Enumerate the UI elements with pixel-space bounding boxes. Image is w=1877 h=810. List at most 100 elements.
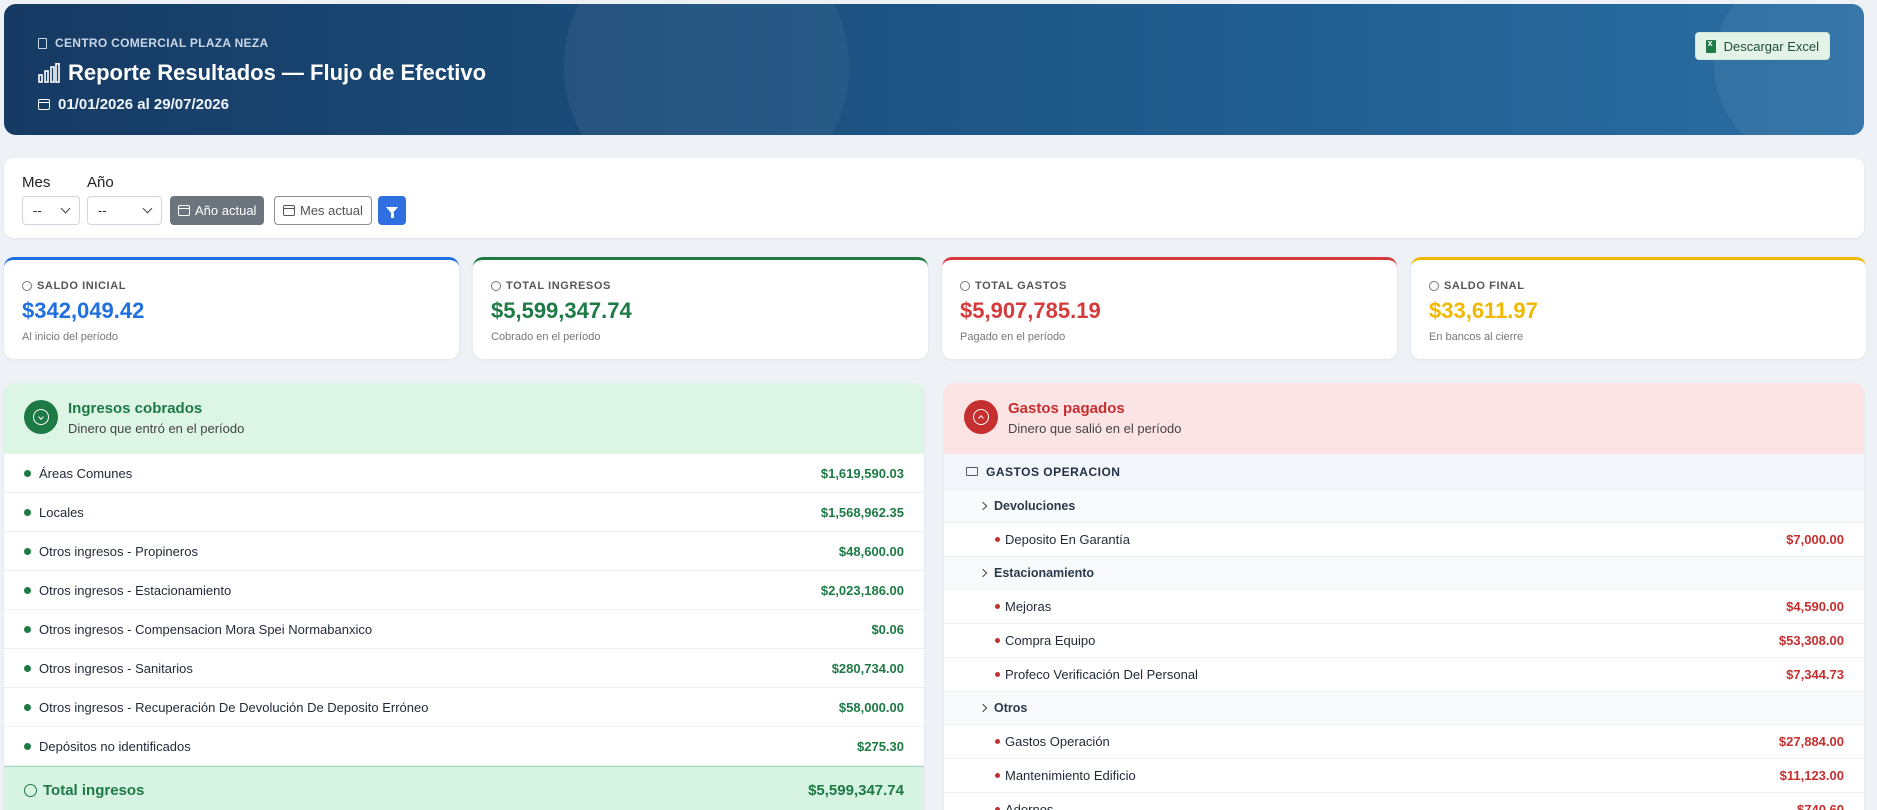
expense-row-amount: $7,344.73: [1786, 667, 1844, 682]
page-title-text: Reporte Resultados — Flujo de Efectivo: [68, 60, 487, 85]
expenses-panel-title: Gastos pagados: [1008, 400, 1125, 417]
income-row-amount: $275.30: [857, 738, 904, 754]
chevron-right-icon: [978, 501, 988, 511]
income-row: Otros ingresos - Sanitarios $280,734.00: [4, 649, 924, 688]
income-row-name: Otros ingresos - Estacionamiento: [39, 582, 232, 598]
income-row: Depósitos no identificados $275.30: [4, 727, 924, 766]
current-year-button[interactable]: Año actual: [170, 196, 265, 225]
header-decoration: [564, 4, 849, 135]
bullet-icon: [24, 508, 31, 516]
expense-subgroup-row[interactable]: Otros: [944, 692, 1864, 725]
income-row-amount: $0.06: [871, 621, 904, 637]
kpi-value: $342,049.42: [22, 298, 145, 323]
income-row-amount: $1,619,590.03: [820, 465, 904, 481]
current-month-button[interactable]: Mes actual: [274, 196, 372, 225]
kpi-card: SALDO INICIAL $342,049.42 Al inicio del pe…: [4, 257, 459, 359]
income-row: Áreas Comunes $1,619,590.03: [4, 454, 924, 493]
kpi-label-text: SALDO FINAL: [1444, 280, 1525, 292]
income-row-name: Otros ingresos - Sanitarios: [39, 660, 193, 676]
kpi-card: TOTAL INGRESOS $5,599,347.74 Cobrado en el…: [473, 257, 928, 359]
year-select-value: --: [98, 203, 107, 218]
income-row: Otros ingresos - Estacionamiento $2,023,1…: [4, 571, 924, 610]
income-row-amount: $1,568,962.35: [820, 504, 904, 520]
expense-group-row[interactable]: GASTOS OPERACION: [944, 454, 1864, 490]
arrow-down-circle-icon: [24, 400, 58, 434]
check-circle-icon: [24, 783, 37, 797]
expense-row-amount: $11,123.00: [1779, 768, 1844, 783]
expense-row-name: Adornos: [1005, 802, 1054, 810]
income-row: Otros ingresos - Recuperación De Devoluc…: [4, 688, 924, 727]
bullet-icon: [995, 638, 1000, 643]
expense-row-name: Deposito En Garantía: [1005, 532, 1131, 547]
bullet-icon: [995, 537, 1000, 542]
calendar-icon: [283, 205, 295, 216]
apply-filter-button[interactable]: [378, 196, 406, 225]
bullet-icon: [24, 547, 31, 555]
expense-row-name: Profeco Verificación Del Personal: [1005, 667, 1198, 682]
filter-bar: Mes Año -- -- Año actual Mes actual: [4, 158, 1864, 238]
bullet-icon: [995, 773, 1000, 778]
kpi-icon: [22, 281, 32, 291]
bullet-icon: [995, 739, 1000, 744]
chevron-right-icon: [978, 703, 988, 713]
expense-row-amount: $4,590.00: [1786, 599, 1844, 614]
bullet-icon: [24, 742, 31, 750]
expense-row: Gastos Operación $27,884.00: [944, 725, 1864, 759]
kpi-value: $5,599,347.74: [491, 298, 632, 323]
expenses-panel-header: Gastos pagados Dinero que salió en el pe…: [944, 383, 1864, 454]
kpi-subtitle: Pagado en el período: [960, 331, 1066, 343]
expense-row-name: Mantenimiento Edificio: [1005, 768, 1136, 783]
chevron-down-icon: [142, 203, 153, 214]
organization-label: CENTRO COMERCIAL PLAZA NEZA: [55, 36, 269, 50]
report-header: CENTRO COMERCIAL PLAZA NEZA Reporte Resu…: [4, 4, 1864, 135]
download-excel-button[interactable]: Descargar Excel: [1694, 32, 1830, 60]
arrow-up-circle-icon: [964, 400, 998, 434]
expense-row: Deposito En Garantía $7,000.00: [944, 523, 1864, 557]
kpi-subtitle: Al inicio del período: [22, 331, 119, 343]
expense-subgroup-name: Devoluciones: [994, 499, 1076, 513]
kpi-label: TOTAL INGRESOS: [491, 280, 611, 292]
kpi-label: SALDO INICIAL: [22, 280, 126, 292]
excel-file-icon: [1705, 38, 1716, 53]
expense-row-name: Gastos Operación: [1005, 734, 1110, 749]
income-panel-subtitle: Dinero que entró en el período: [68, 421, 245, 436]
income-total-row: Total ingresos $5,599,347.74: [4, 766, 924, 810]
expense-row: Adornos $740.60: [944, 793, 1864, 810]
expense-subgroup-row[interactable]: Estacionamiento: [944, 557, 1864, 590]
header-decoration: [1714, 4, 1864, 135]
month-select-value: --: [33, 203, 42, 218]
expense-group-name: GASTOS OPERACION: [986, 464, 1121, 479]
bullet-icon: [995, 672, 1000, 677]
expenses-panel-subtitle: Dinero que salió en el período: [1008, 421, 1182, 436]
kpi-card: SALDO FINAL $33,611.97 En bancos al cierre: [1411, 257, 1866, 359]
month-select[interactable]: --: [22, 196, 80, 225]
kpi-icon: [491, 281, 501, 291]
bullet-icon: [24, 625, 31, 633]
expense-row-amount: $740.60: [1797, 802, 1844, 810]
building-icon: [38, 37, 47, 49]
income-panel-header: Ingresos cobrados Dinero que entró en el…: [4, 383, 924, 454]
expense-row-amount: $53,308.00: [1778, 633, 1844, 648]
calendar-icon: [178, 205, 190, 216]
expense-row-amount: $7,000.00: [1786, 532, 1844, 547]
bullet-icon: [24, 586, 31, 594]
calendar-icon: [38, 99, 50, 110]
kpi-label-text: TOTAL INGRESOS: [506, 280, 611, 292]
expense-row-amount: $27,884.00: [1778, 734, 1844, 749]
expense-subgroup-row[interactable]: Devoluciones: [944, 490, 1864, 523]
income-row-name: Otros ingresos - Compensacion Mora Spei …: [39, 621, 373, 637]
bullet-icon: [24, 469, 31, 477]
expense-row-name: Mejoras: [1005, 599, 1052, 614]
income-row-name: Locales: [39, 504, 84, 520]
current-month-label: Mes actual: [300, 203, 363, 218]
expense-subgroup-name: Estacionamiento: [994, 566, 1095, 580]
expense-row: Mejoras $4,590.00: [944, 590, 1864, 624]
year-select[interactable]: --: [87, 196, 162, 225]
kpi-label: SALDO FINAL: [1429, 280, 1525, 292]
bullet-icon: [24, 664, 31, 672]
income-row: Otros ingresos - Compensacion Mora Spei …: [4, 610, 924, 649]
download-excel-label: Descargar Excel: [1723, 38, 1819, 54]
bullet-icon: [24, 703, 31, 711]
chevron-down-icon: [60, 203, 71, 214]
income-row-amount: $2,023,186.00: [820, 582, 904, 598]
